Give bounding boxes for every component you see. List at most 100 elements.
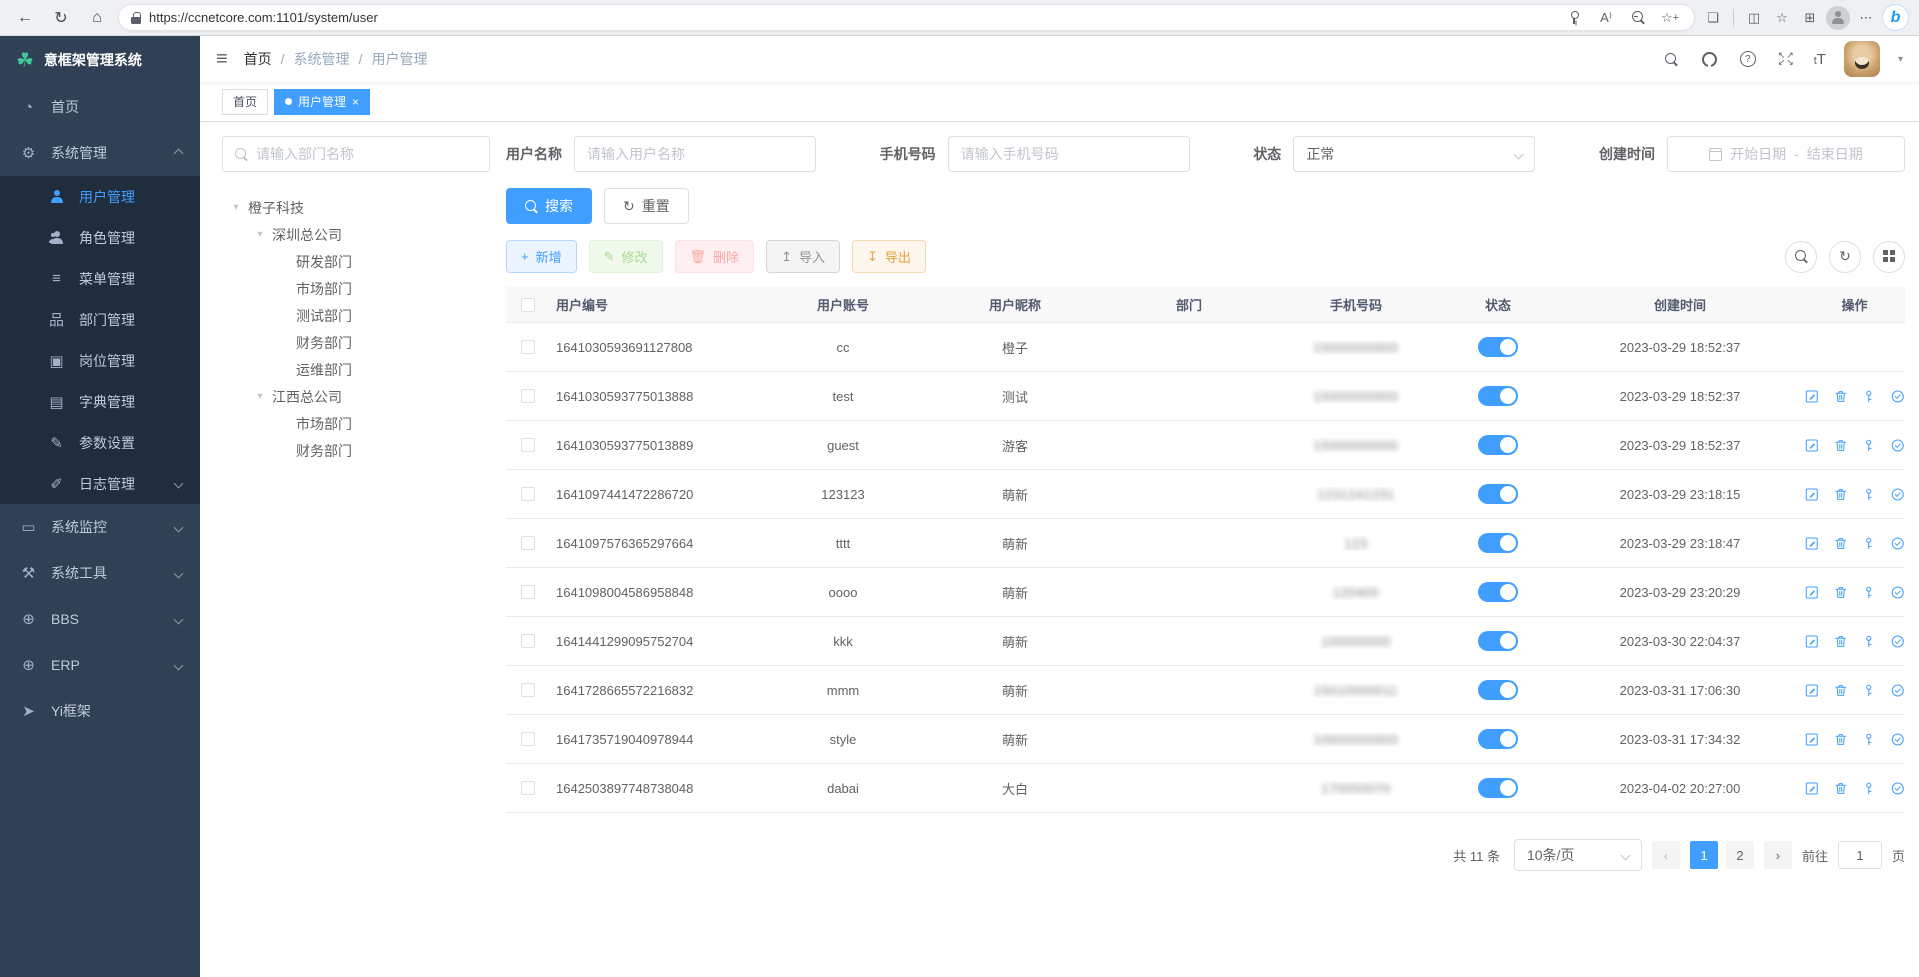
edit-icon[interactable]	[1804, 682, 1820, 699]
row-checkbox[interactable]	[521, 683, 535, 697]
assign-role-icon[interactable]	[1890, 633, 1906, 650]
delete-icon[interactable]	[1833, 388, 1849, 405]
edit-icon[interactable]	[1804, 731, 1820, 748]
table-row[interactable]: 1641030593691127808cc橙子150000000002023-0…	[506, 323, 1905, 372]
reset-password-icon[interactable]	[1861, 388, 1877, 405]
row-checkbox[interactable]	[521, 634, 535, 648]
tree-expand-icon[interactable]: ▾	[230, 202, 242, 213]
edit-icon[interactable]	[1804, 780, 1820, 797]
search-button[interactable]: 搜索	[506, 188, 592, 224]
table-search-icon[interactable]	[1785, 241, 1817, 273]
row-checkbox[interactable]	[521, 585, 535, 599]
row-checkbox[interactable]	[521, 487, 535, 501]
sidebar-item-role[interactable]: 角色管理	[0, 217, 200, 258]
add-button[interactable]: +新增	[506, 240, 577, 273]
status-toggle[interactable]	[1478, 533, 1518, 553]
export-button[interactable]: ↧导出	[852, 240, 926, 273]
sidebar-item-home[interactable]: ◔首页	[0, 84, 200, 130]
zoom-out-icon[interactable]	[1626, 7, 1650, 29]
split-screen-icon[interactable]: ◫	[1742, 7, 1766, 29]
delete-icon[interactable]	[1833, 731, 1849, 748]
table-refresh-icon[interactable]: ↻	[1829, 241, 1861, 273]
tree-node[interactable]: ▾江西总公司	[222, 383, 490, 410]
profile-icon[interactable]	[1826, 6, 1850, 30]
close-icon[interactable]: ×	[352, 95, 359, 109]
delete-icon[interactable]	[1833, 584, 1849, 601]
reset-password-icon[interactable]	[1861, 633, 1877, 650]
delete-icon[interactable]	[1833, 486, 1849, 503]
row-checkbox[interactable]	[521, 732, 535, 746]
assign-role-icon[interactable]	[1890, 731, 1906, 748]
page-button-2[interactable]: 2	[1726, 841, 1754, 869]
table-row[interactable]: 1641735719040978944style萌新10000000000202…	[506, 715, 1905, 764]
sidebar-item-bbs[interactable]: ⊕BBS	[0, 596, 200, 642]
reset-password-icon[interactable]	[1861, 682, 1877, 699]
status-select[interactable]: 正常	[1293, 136, 1535, 172]
tree-expand-icon[interactable]: ▾	[254, 391, 266, 402]
status-toggle[interactable]	[1478, 729, 1518, 749]
assign-role-icon[interactable]	[1890, 780, 1906, 797]
header-search-icon[interactable]	[1662, 49, 1682, 69]
row-checkbox[interactable]	[521, 438, 535, 452]
row-checkbox[interactable]	[521, 389, 535, 403]
table-columns-icon[interactable]	[1873, 241, 1905, 273]
date-range-input[interactable]: 开始日期 - 结束日期	[1667, 136, 1905, 172]
tree-node[interactable]: 测试部门	[222, 302, 490, 329]
delete-icon[interactable]	[1833, 780, 1849, 797]
sidebar-item-system[interactable]: ⚙系统管理	[0, 130, 200, 176]
username-input[interactable]: 请输入用户名称	[574, 136, 816, 172]
assign-role-icon[interactable]	[1890, 437, 1906, 454]
tree-node[interactable]: 财务部门	[222, 329, 490, 356]
prev-page-button[interactable]: ‹	[1652, 841, 1680, 869]
collapse-sidebar-icon[interactable]: ≡	[216, 48, 228, 71]
more-icon[interactable]: ⋯	[1854, 7, 1878, 29]
assign-role-icon[interactable]	[1890, 682, 1906, 699]
status-toggle[interactable]	[1478, 778, 1518, 798]
delete-icon[interactable]	[1833, 437, 1849, 454]
phone-input[interactable]: 请输入手机号码	[948, 136, 1190, 172]
sidebar-item-user[interactable]: 用户管理	[0, 176, 200, 217]
tree-node[interactable]: 研发部门	[222, 248, 490, 275]
reset-password-icon[interactable]	[1861, 437, 1877, 454]
import-button[interactable]: ↥导入	[766, 240, 840, 273]
delete-icon[interactable]	[1833, 535, 1849, 552]
sidebar-item-yi[interactable]: ➤Yi框架	[0, 688, 200, 734]
tree-node[interactable]: 市场部门	[222, 410, 490, 437]
reset-button[interactable]: ↻ 重置	[604, 188, 689, 224]
tree-node[interactable]: ▾橙子科技	[222, 194, 490, 221]
reset-password-icon[interactable]	[1861, 535, 1877, 552]
home-icon[interactable]: ⌂	[82, 4, 112, 32]
favorite-add-icon[interactable]: ☆+	[1658, 7, 1682, 29]
edit-icon[interactable]	[1804, 535, 1820, 552]
page-button-1[interactable]: 1	[1690, 841, 1718, 869]
caret-down-icon[interactable]: ▾	[1898, 54, 1903, 65]
fullscreen-icon[interactable]: ↖↗↙↘	[1776, 49, 1796, 69]
row-checkbox[interactable]	[521, 340, 535, 354]
table-row[interactable]: 1641097576365297664tttt萌新1232023-03-29 2…	[506, 519, 1905, 568]
sidebar-item-dept[interactable]: 品部门管理	[0, 299, 200, 340]
status-toggle[interactable]	[1478, 484, 1518, 504]
url-bar[interactable]: https://ccnetcore.com:1101/system/user A…	[118, 4, 1695, 31]
department-search-input[interactable]: 请输入部门名称	[222, 136, 490, 172]
delete-icon[interactable]	[1833, 633, 1849, 650]
assign-role-icon[interactable]	[1890, 535, 1906, 552]
edit-icon[interactable]	[1804, 437, 1820, 454]
row-checkbox[interactable]	[521, 536, 535, 550]
status-toggle[interactable]	[1478, 386, 1518, 406]
url-text[interactable]: https://ccnetcore.com:1101/system/user	[149, 10, 1554, 25]
help-icon[interactable]: ?	[1738, 49, 1758, 69]
delete-icon[interactable]	[1833, 682, 1849, 699]
sidebar-item-param[interactable]: ✎参数设置	[0, 422, 200, 463]
sidebar-item-dict[interactable]: ▤字典管理	[0, 381, 200, 422]
assign-role-icon[interactable]	[1890, 584, 1906, 601]
tab-用户管理[interactable]: 用户管理×	[274, 89, 370, 115]
tree-expand-icon[interactable]: ▾	[254, 229, 266, 240]
breadcrumb-home[interactable]: 首页	[244, 49, 272, 69]
sidebar-item-monitor[interactable]: ▭系统监控	[0, 504, 200, 550]
tree-node[interactable]: 运维部门	[222, 356, 490, 383]
sidebar-item-erp[interactable]: ⊕ERP	[0, 642, 200, 688]
assign-role-icon[interactable]	[1890, 388, 1906, 405]
collections-icon[interactable]: ⊞	[1798, 7, 1822, 29]
favorites-icon[interactable]: ☆	[1770, 7, 1794, 29]
sidebar-item-post[interactable]: ▣岗位管理	[0, 340, 200, 381]
